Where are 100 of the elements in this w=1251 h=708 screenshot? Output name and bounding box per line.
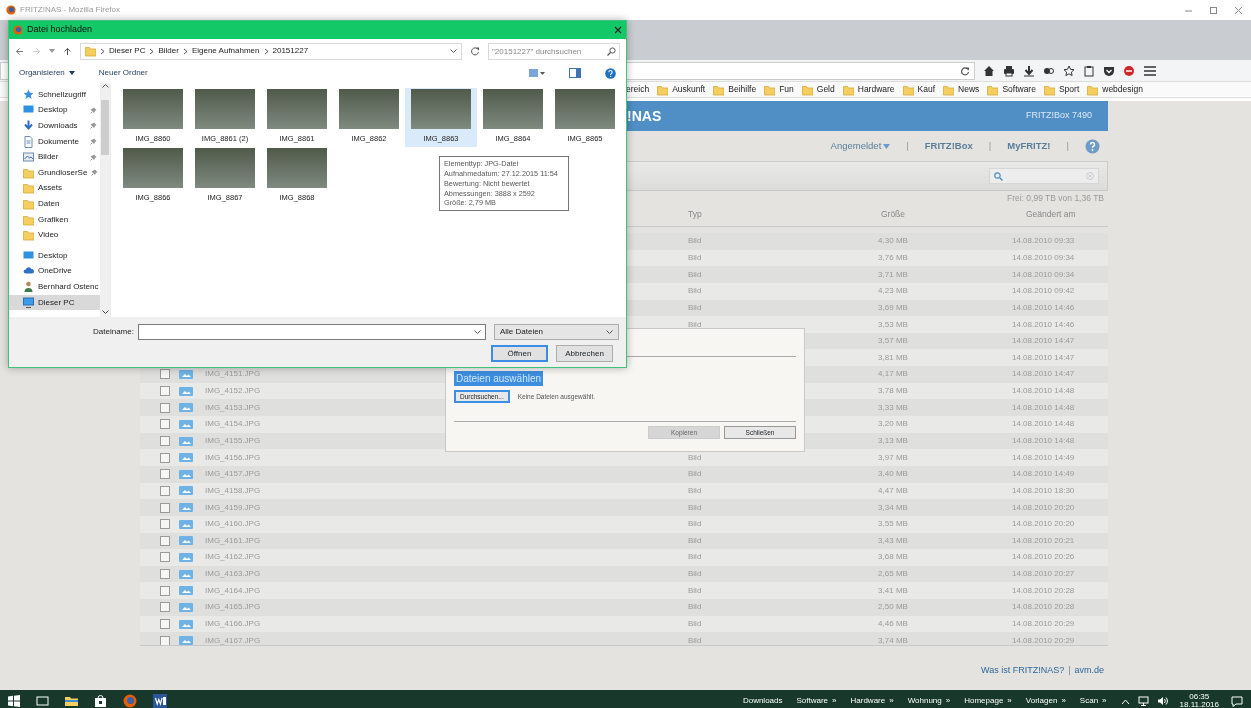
checkbox[interactable] [160,502,170,513]
breadcrumb-item[interactable]: Bilder [158,45,179,57]
folder-icon[interactable] [657,83,669,96]
nav-item[interactable]: Bilder [9,149,100,165]
folder-icon[interactable] [764,83,776,96]
volume-icon[interactable] [1156,696,1168,706]
address-bar[interactable]: Dieser PC Bilder Eigene Aufnahmen 20151227 [80,42,462,60]
footer-link[interactable]: Was ist FRITZ!NAS? [980,664,1065,678]
scrollbar-thumb[interactable] [101,100,109,155]
nav-item[interactable]: GrundloserSe [9,164,100,181]
checkbox[interactable] [160,585,170,596]
bookmark-link[interactable]: News [958,83,980,96]
checkbox[interactable] [160,519,170,530]
taskbar-toolbar[interactable]: Software [796,695,829,707]
star-icon[interactable] [1063,64,1075,77]
download-icon[interactable] [1023,64,1035,77]
dialog-button[interactable]: Öffnen [491,345,548,362]
nav-item[interactable]: OneDrive [9,263,100,280]
dropdown-caret-icon[interactable] [450,48,457,54]
checkbox[interactable] [160,552,170,563]
caret-icon[interactable] [68,71,75,75]
view-options-icon[interactable] [529,68,545,78]
nav-item[interactable]: Desktop [9,102,100,119]
folder-icon[interactable] [713,83,725,96]
help-icon[interactable] [605,67,616,79]
search-field[interactable]: "20151227" durchsuchen [488,42,620,60]
close-icon[interactable] [614,26,622,34]
account-menu[interactable]: Angemeldet [830,138,882,154]
scroll-down-icon[interactable] [101,310,109,315]
pocket-icon[interactable] [1103,64,1115,77]
nav-item[interactable]: Daten [9,196,100,212]
checkbox[interactable] [160,485,170,496]
chevron-button[interactable]: » [945,695,951,707]
bookmark-link[interactable]: Software [1002,83,1036,96]
toolbar-button[interactable]: Neuer Ordner [98,67,148,79]
breadcrumb-item[interactable]: Dieser PC [109,45,146,57]
chevron-button[interactable]: » [1061,695,1066,707]
nav-item[interactable]: Grafiken [9,211,100,228]
nav-item[interactable]: Desktop [9,247,100,264]
checkbox[interactable] [160,469,170,480]
checkbox[interactable] [160,535,170,546]
windows-start-icon[interactable] [8,695,20,707]
folder-icon[interactable] [1043,83,1055,96]
menu-icon[interactable] [1143,64,1157,77]
home-icon[interactable] [983,64,995,77]
nav-item[interactable]: Dokumente [9,133,100,150]
bookmark-link[interactable]: webdesign [1102,83,1143,96]
toolbar-button[interactable]: Organisieren [19,67,65,79]
maximize-icon[interactable] [1209,5,1218,15]
close-icon[interactable] [1234,5,1243,15]
filename-field[interactable] [137,324,486,340]
folder-icon[interactable] [987,83,999,96]
clipboard-icon[interactable] [1083,64,1095,77]
task-view-icon[interactable] [36,695,49,707]
folder-icon[interactable] [801,83,813,96]
checkbox[interactable] [160,369,170,380]
reload-icon[interactable] [960,65,970,76]
nav-item[interactable]: Assets [9,180,100,197]
nav-item[interactable]: Video [9,227,100,243]
folder-icon[interactable] [842,83,854,96]
scroll-up-icon[interactable] [101,83,109,88]
scrollbar[interactable] [100,83,110,319]
store-icon[interactable] [94,695,107,707]
dropdown-caret-icon[interactable] [473,329,481,335]
checkbox[interactable] [160,402,170,413]
bookmark-link[interactable]: Auskunft [672,83,706,96]
taskbar-toolbar[interactable]: Homepage [964,695,1004,707]
bookmark-link[interactable]: Kauf [917,83,936,96]
checkbox[interactable] [160,436,170,446]
checkbox[interactable] [160,602,170,613]
clock[interactable]: 06:35 18.11.2016 [1179,693,1219,708]
nav-item[interactable]: Schnellzugriff [9,87,100,103]
up-icon[interactable] [63,46,72,56]
taskbar-toolbar[interactable]: Downloads [742,695,783,707]
preview-pane-icon[interactable] [569,68,581,78]
refresh-icon[interactable] [470,46,480,56]
network-icon[interactable] [1137,696,1149,706]
bookmark-link[interactable]: Geld [816,83,835,96]
checkbox[interactable] [160,452,170,463]
checkbox[interactable] [160,635,170,645]
nav-item[interactable]: Bernhard Ostenc [9,279,100,295]
taskbar-toolbar[interactable]: Vorlagen [1025,695,1058,707]
chevron-button[interactable]: » [1007,695,1012,707]
nav-item[interactable]: Downloads [9,118,100,134]
taskbar-toolbar[interactable]: Wohnung [907,695,942,707]
print-icon[interactable] [1003,64,1015,77]
back-icon[interactable] [15,46,24,56]
bookmark-link[interactable]: Hardware [857,83,895,96]
breadcrumb-item[interactable]: Eigene Aufnahmen [191,45,260,57]
folder-icon[interactable] [902,83,914,96]
file-explorer-icon[interactable] [65,695,78,707]
nav-item[interactable]: Dieser PC [9,294,100,311]
folder-icon[interactable] [1087,83,1099,96]
bookmark-link[interactable]: Fun [779,83,794,96]
notifications-icon[interactable] [1231,695,1243,707]
adblock-icon[interactable] [1123,64,1135,77]
taskbar-toolbar[interactable]: Hardware [850,695,886,707]
checkbox[interactable] [160,569,170,580]
bookmark-link[interactable]: ereich [626,83,650,96]
chevron-button[interactable]: » [889,695,894,707]
